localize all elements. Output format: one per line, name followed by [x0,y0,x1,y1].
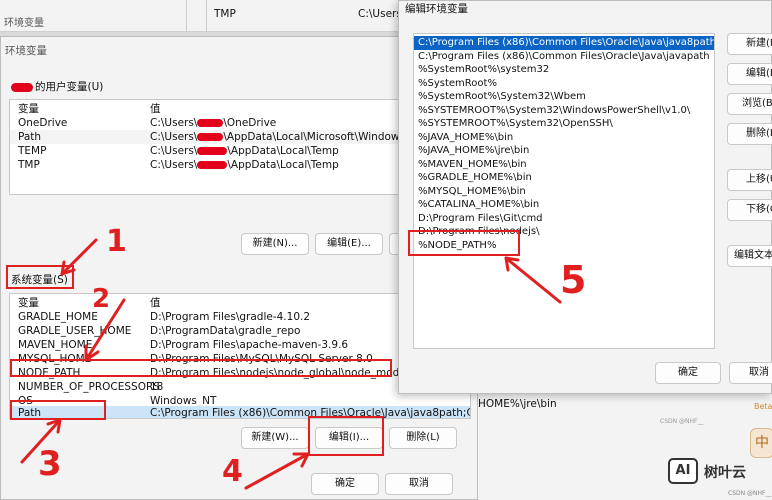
watermark-name: 树叶云 [704,465,746,481]
arrow-4 [244,452,310,490]
arrow-5 [504,256,562,304]
arrow-1 [60,238,98,276]
annotation-number-4: 4 [222,454,243,489]
annotation-number-2: 2 [92,284,111,314]
annotation-number-1: 1 [106,224,127,259]
annotation-number-5: 5 [560,258,587,302]
watermark: AI 树叶云 [668,456,772,486]
csdn-credit: CSDN @NHF__ [728,490,772,497]
watermark-logo: AI [668,458,698,484]
annotation-number-3: 3 [38,444,62,484]
